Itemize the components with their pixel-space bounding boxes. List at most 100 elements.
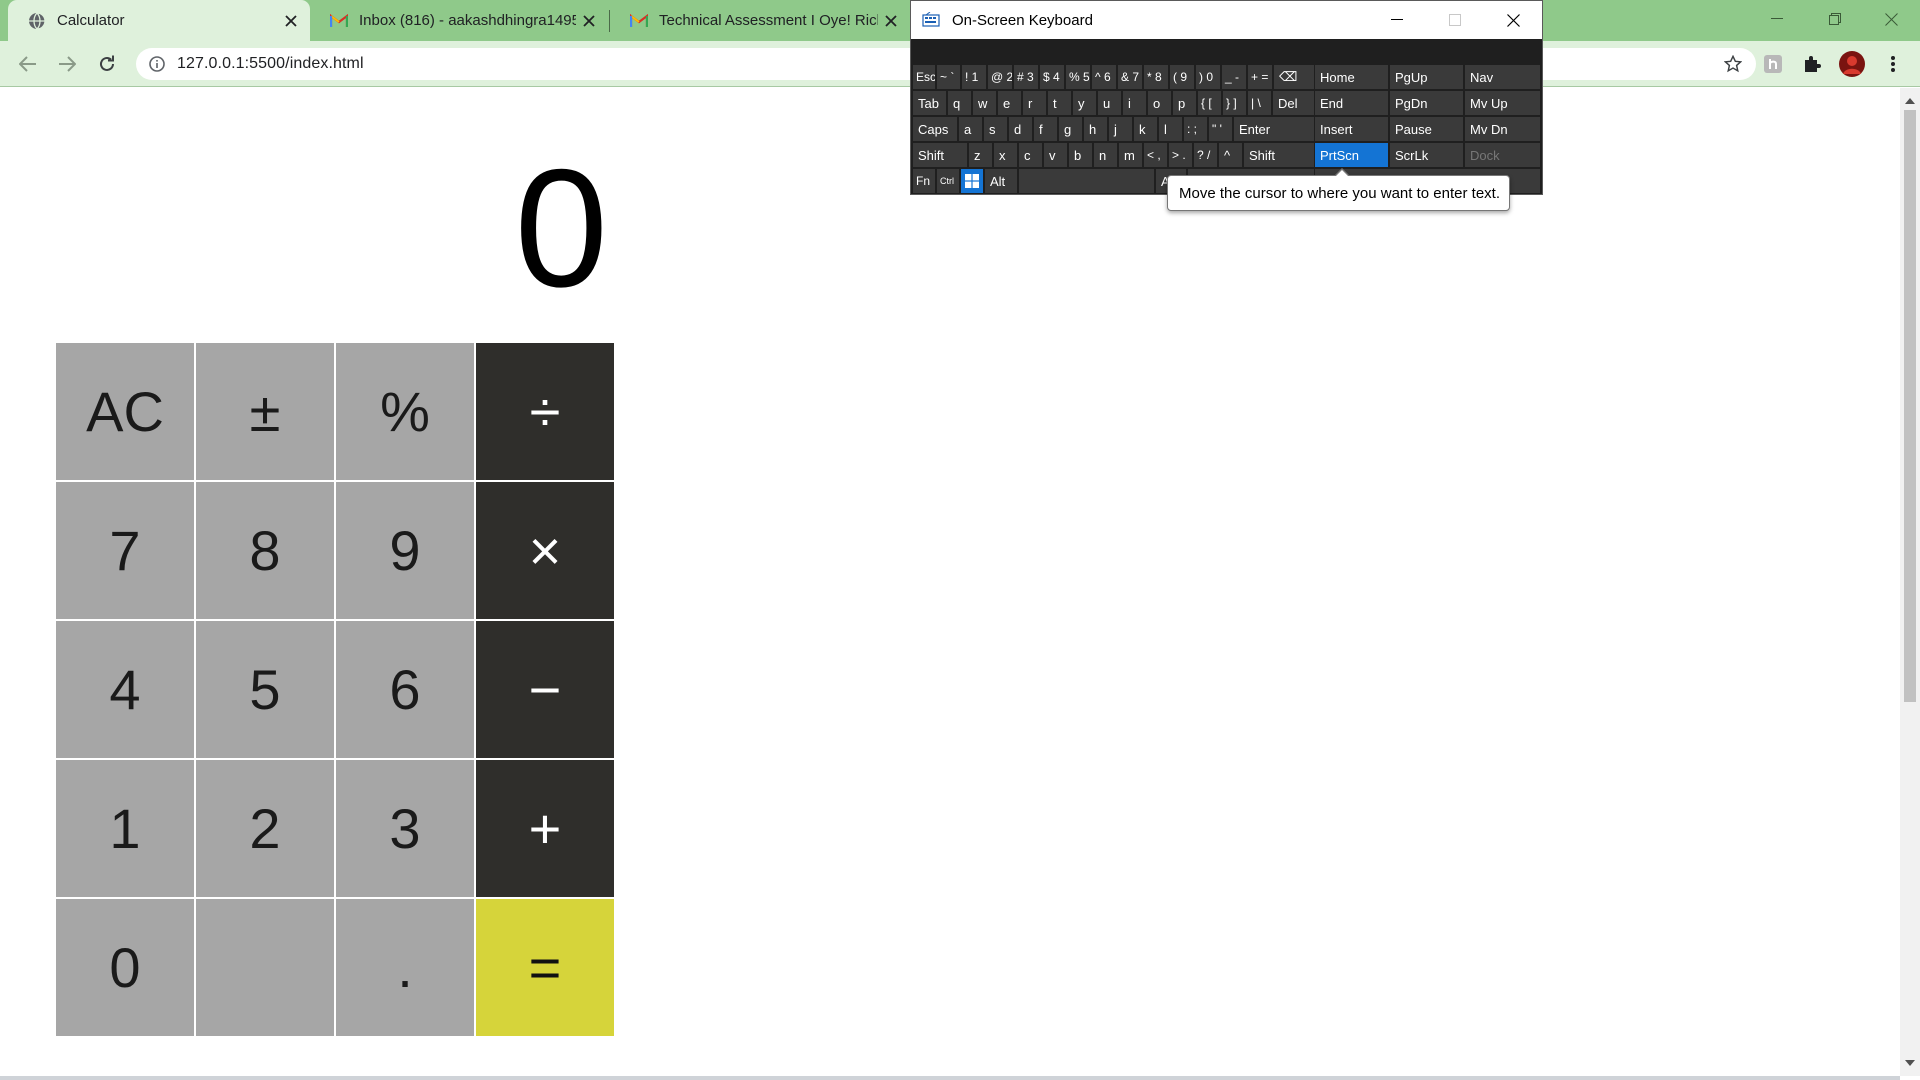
osk-key-mv-up[interactable]: Mv Up: [1465, 91, 1540, 115]
tab-calculator[interactable]: Calculator: [8, 0, 310, 41]
osk-key-esc[interactable]: Esc: [913, 65, 935, 89]
osk-key-f[interactable]: f: [1034, 117, 1057, 141]
osk-key-e[interactable]: e: [998, 91, 1021, 115]
osk-key-alt-left[interactable]: Alt: [985, 169, 1017, 193]
osk-maximize-button[interactable]: [1426, 1, 1484, 39]
key-divide[interactable]: ÷: [476, 343, 614, 480]
osk-key-shift-left[interactable]: Shift: [913, 143, 967, 167]
osk-backspace-icon[interactable]: ⌫: [1274, 65, 1314, 89]
osk-key-c[interactable]: c: [1019, 143, 1042, 167]
osk-key-pgdn[interactable]: PgDn: [1390, 91, 1463, 115]
osk-key-d[interactable]: d: [1009, 117, 1032, 141]
osk-key-windows-icon[interactable]: [961, 169, 983, 193]
osk-key-y[interactable]: y: [1073, 91, 1096, 115]
osk-key-3[interactable]: # 3: [1014, 65, 1038, 89]
osk-key-minus[interactable]: _ -: [1222, 65, 1246, 89]
osk-key-slash[interactable]: ? /: [1194, 143, 1217, 167]
osk-key-m[interactable]: m: [1119, 143, 1142, 167]
osk-key-nav[interactable]: Nav: [1465, 65, 1540, 89]
osk-key-i[interactable]: i: [1123, 91, 1146, 115]
scrollbar-thumb[interactable]: [1904, 110, 1916, 702]
osk-minimize-button[interactable]: [1368, 1, 1426, 39]
osk-key-ctrl[interactable]: Ctrl: [937, 169, 959, 193]
osk-key-space[interactable]: [1019, 169, 1154, 193]
osk-key-fn[interactable]: Fn: [913, 169, 935, 193]
osk-key-up-arrow-icon[interactable]: ^: [1219, 143, 1242, 167]
key-subtract[interactable]: −: [476, 621, 614, 758]
osk-key-backtick[interactable]: ~ `: [937, 65, 960, 89]
osk-key-x[interactable]: x: [994, 143, 1017, 167]
osk-key-semicolon[interactable]: : ;: [1184, 117, 1207, 141]
key-plus-minus[interactable]: ±: [196, 343, 334, 480]
osk-key-v[interactable]: v: [1044, 143, 1067, 167]
bookmark-star-icon[interactable]: [1720, 51, 1746, 77]
osk-key-period[interactable]: > .: [1169, 143, 1192, 167]
osk-key-a[interactable]: a: [959, 117, 982, 141]
minimize-button[interactable]: [1748, 0, 1806, 38]
osk-key-insert[interactable]: Insert: [1315, 117, 1388, 141]
scroll-down-arrow-icon[interactable]: [1900, 1056, 1920, 1070]
osk-key-0[interactable]: ) 0: [1196, 65, 1220, 89]
osk-key-open-bracket[interactable]: { [: [1198, 91, 1221, 115]
osk-key-dock[interactable]: Dock: [1465, 143, 1540, 167]
osk-key-scrlk[interactable]: ScrLk: [1390, 143, 1463, 167]
more-menu-icon[interactable]: [1880, 51, 1906, 77]
key-7[interactable]: 7: [56, 482, 194, 619]
osk-key-backslash[interactable]: | \: [1248, 91, 1271, 115]
tab-technical-assessment[interactable]: Technical Assessment I Oye! Rickshaw: [610, 0, 910, 41]
reload-button[interactable]: [93, 50, 121, 78]
profile-avatar[interactable]: [1839, 51, 1865, 77]
osk-key-p[interactable]: p: [1173, 91, 1196, 115]
osk-key-w[interactable]: w: [973, 91, 996, 115]
key-multiply[interactable]: ×: [476, 482, 614, 619]
close-icon[interactable]: [878, 8, 904, 34]
extension-icon[interactable]: [1760, 51, 1786, 77]
key-8[interactable]: 8: [196, 482, 334, 619]
scroll-up-arrow-icon[interactable]: [1900, 94, 1920, 108]
osk-key-h[interactable]: h: [1084, 117, 1107, 141]
restore-button[interactable]: [1806, 0, 1864, 38]
osk-key-r[interactable]: r: [1023, 91, 1046, 115]
tab-gmail-inbox[interactable]: Inbox (816) - aakashdhingra1495: [310, 0, 608, 41]
osk-key-prtscn[interactable]: PrtScn: [1315, 143, 1388, 167]
close-icon[interactable]: [576, 8, 602, 34]
osk-title-bar[interactable]: On-Screen Keyboard: [911, 1, 1542, 39]
osk-key-mv-dn[interactable]: Mv Dn: [1465, 117, 1540, 141]
osk-key-comma[interactable]: < ,: [1144, 143, 1167, 167]
osk-key-del[interactable]: Del: [1273, 91, 1314, 115]
osk-key-end[interactable]: End: [1315, 91, 1388, 115]
key-2[interactable]: 2: [196, 760, 334, 897]
osk-key-pause[interactable]: Pause: [1390, 117, 1463, 141]
osk-key-6[interactable]: ^ 6: [1092, 65, 1116, 89]
key-4[interactable]: 4: [56, 621, 194, 758]
osk-key-q[interactable]: q: [948, 91, 971, 115]
osk-key-2[interactable]: @ 2: [988, 65, 1012, 89]
key-3[interactable]: 3: [336, 760, 474, 897]
osk-close-button[interactable]: [1484, 1, 1542, 39]
key-clear[interactable]: AC: [56, 343, 194, 480]
osk-key-u[interactable]: u: [1098, 91, 1121, 115]
osk-key-caps[interactable]: Caps: [913, 117, 957, 141]
osk-key-l[interactable]: l: [1159, 117, 1182, 141]
back-button[interactable]: [14, 50, 42, 78]
osk-key-home[interactable]: Home: [1315, 65, 1388, 89]
key-decimal[interactable]: .: [336, 899, 474, 1036]
key-6[interactable]: 6: [336, 621, 474, 758]
key-9[interactable]: 9: [336, 482, 474, 619]
osk-key-9[interactable]: ( 9: [1170, 65, 1194, 89]
close-window-button[interactable]: [1862, 0, 1920, 38]
osk-key-shift-right[interactable]: Shift: [1244, 143, 1314, 167]
osk-key-b[interactable]: b: [1069, 143, 1092, 167]
osk-key-pgup[interactable]: PgUp: [1390, 65, 1463, 89]
osk-key-close-bracket[interactable]: } ]: [1223, 91, 1246, 115]
osk-key-enter[interactable]: Enter: [1234, 117, 1314, 141]
osk-key-z[interactable]: z: [969, 143, 992, 167]
osk-key-8[interactable]: * 8: [1144, 65, 1168, 89]
info-icon[interactable]: [146, 53, 168, 75]
osk-key-quote[interactable]: " ': [1209, 117, 1232, 141]
key-5[interactable]: 5: [196, 621, 334, 758]
osk-key-j[interactable]: j: [1109, 117, 1132, 141]
osk-key-o[interactable]: o: [1148, 91, 1171, 115]
osk-key-4[interactable]: $ 4: [1040, 65, 1064, 89]
key-blank[interactable]: [196, 899, 334, 1036]
